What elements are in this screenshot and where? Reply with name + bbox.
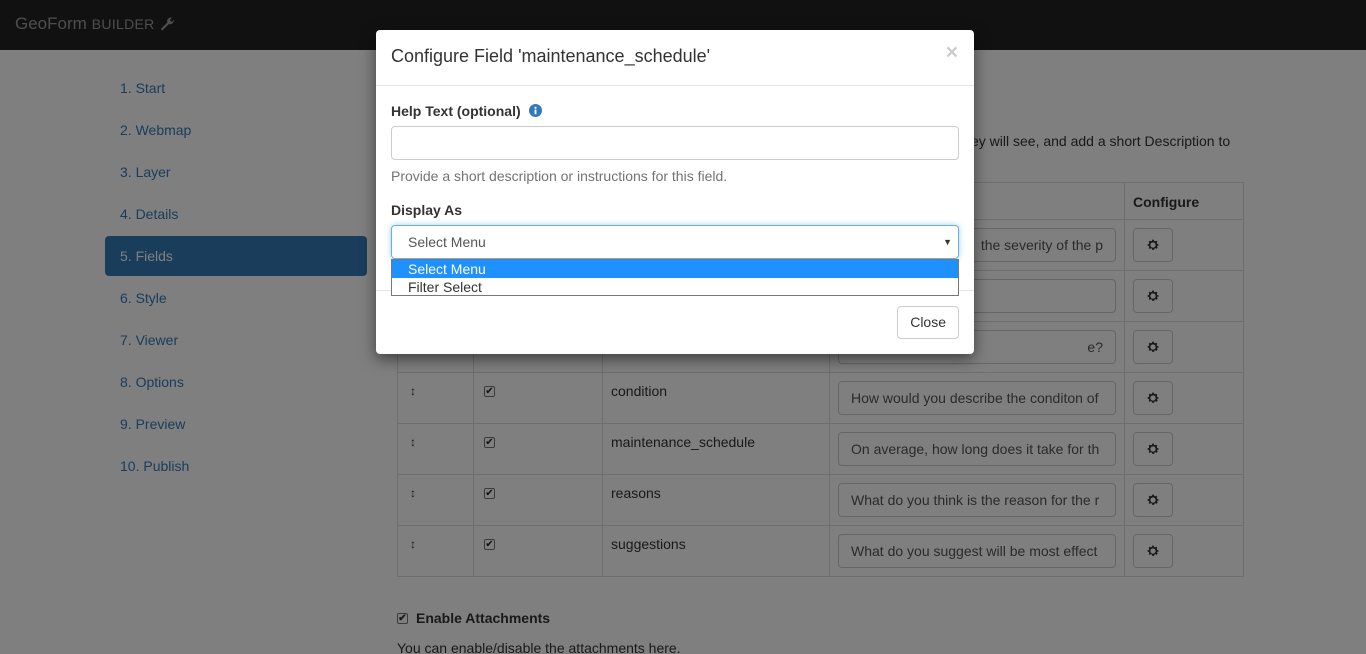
modal-title: Configure Field 'maintenance_schedule' [391, 46, 711, 66]
display-as-select[interactable]: Select Menu ▼ [391, 225, 959, 259]
help-text-hint: Provide a short description or instructi… [391, 168, 728, 184]
modal-header: Configure Field 'maintenance_schedule' × [376, 30, 974, 86]
close-button[interactable]: Close [897, 306, 959, 339]
help-text-input[interactable] [391, 126, 959, 160]
close-icon[interactable]: × [946, 42, 958, 63]
info-icon[interactable] [528, 104, 542, 117]
caret-down-icon: ▼ [943, 237, 952, 247]
option-filter-select[interactable]: Filter Select [392, 278, 958, 296]
configure-field-modal: Configure Field 'maintenance_schedule' ×… [376, 30, 974, 354]
display-as-dropdown: Select Menu Filter Select [391, 259, 959, 296]
option-select-menu[interactable]: Select Menu [392, 260, 958, 278]
display-as-value: Select Menu [408, 234, 486, 250]
help-text-label: Help Text (optional) [391, 103, 542, 119]
display-as-label: Display As [391, 202, 463, 218]
